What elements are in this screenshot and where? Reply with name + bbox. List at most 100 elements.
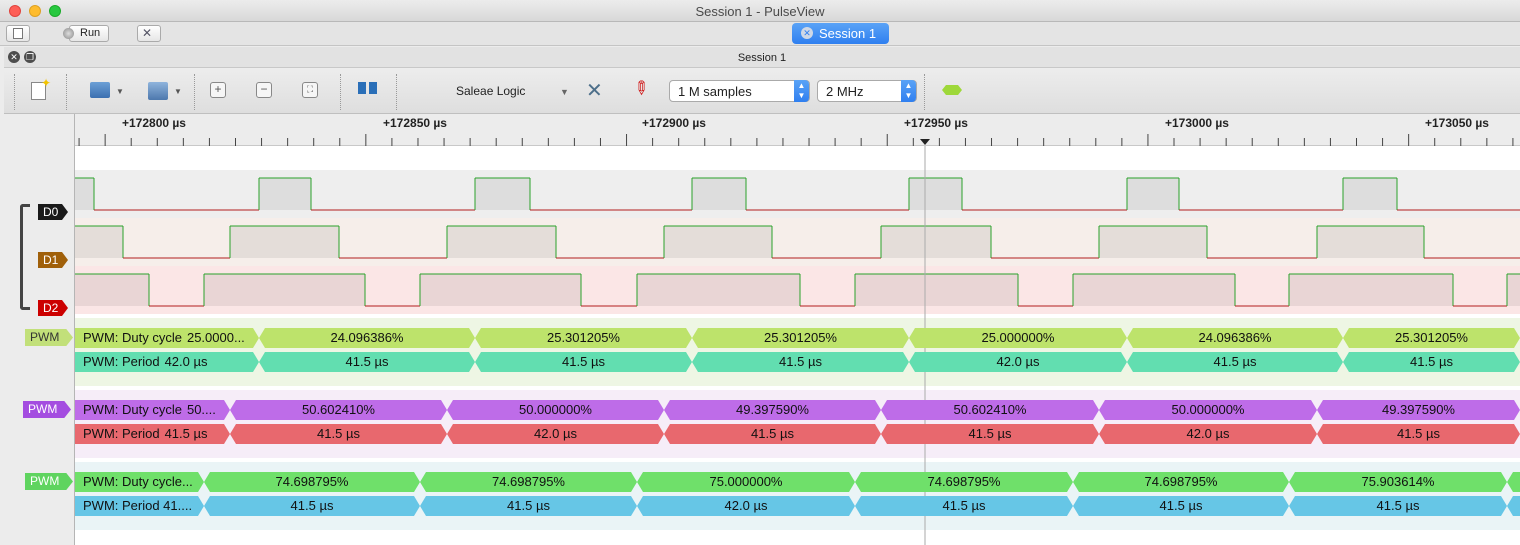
signal-high-fill [855, 274, 1018, 306]
duty-annotation[interactable]: 50.602410% [881, 400, 1099, 420]
run-button[interactable]: Run [63, 25, 109, 42]
period-annotation[interactable]: 41.5 µs [1343, 352, 1520, 372]
period-first-annotation[interactable]: PWM: Period 41.... [75, 496, 204, 516]
duty-annotation[interactable]: 74.698795% [1073, 472, 1289, 492]
signal-high-fill [1507, 274, 1520, 306]
signal-high-fill [1317, 226, 1424, 258]
ruler-tick-label: +172850 µs [383, 116, 447, 130]
tab-session-1[interactable]: ✕ Session 1 [792, 23, 889, 44]
period-annotation[interactable]: 41.5 µs [475, 352, 692, 372]
period-annotation[interactable]: 41.5 µs [1289, 496, 1507, 516]
signal-high-fill [75, 178, 94, 210]
duty-annotation[interactable]: 25.000000% [909, 328, 1127, 348]
open-button[interactable]: ▼ [88, 80, 128, 102]
duty-first-annotation[interactable]: PWM: Duty cycle 50.... [75, 400, 230, 420]
duty-annotation[interactable]: 24.096386% [1127, 328, 1343, 348]
period-annotation[interactable]: 41.5 µs [420, 496, 637, 516]
period-annotation[interactable]: 42.0 µs [1099, 424, 1317, 444]
new-view-button[interactable]: ✦ [28, 76, 51, 102]
duty-annotation[interactable]: 74.698795% [420, 472, 637, 492]
duty-annotation[interactable]: 25.301205% [692, 328, 909, 348]
decoder-row-title: PWM: Period [83, 426, 160, 441]
annotation-text: 25.0000... [186, 330, 245, 345]
channel-label-d1[interactable]: D1 [38, 252, 68, 268]
period-first-annotation[interactable]: PWM: Period 41.5 µs [75, 424, 230, 444]
configure-device-button[interactable]: ✕ [584, 80, 608, 102]
period-annotation[interactable]: 41.5 µs [664, 424, 881, 444]
period-annotation[interactable]: 42.0 µs [909, 352, 1127, 372]
add-decoder-button[interactable] [940, 80, 966, 102]
signal-high-fill [204, 274, 365, 306]
annotation-text: 41.5 µs [1397, 426, 1440, 441]
duty-annotation[interactable]: 75.000000% [637, 472, 855, 492]
annotation-text: 50.... [186, 402, 216, 417]
duty-annotation[interactable]: 25.301205% [1343, 328, 1520, 348]
new-session-button[interactable] [6, 25, 30, 42]
duty-annotation[interactable]: 74.698795% [204, 472, 420, 492]
duty-first-annotation[interactable]: PWM: Duty cycle... [75, 472, 204, 492]
duty-annotation[interactable]: 49.397590% [664, 400, 881, 420]
annotation-text: 50.000000% [1171, 402, 1245, 417]
tools-icon: ✕ [142, 26, 153, 40]
annotation-text: 49.397590% [1381, 402, 1455, 417]
duty-annotation[interactable]: 24.096386% [259, 328, 475, 348]
sample-count-select[interactable]: 1 M samples ▲ ▼ [669, 80, 810, 102]
star-icon: ✦ [41, 76, 52, 90]
annotation-text: 41.5 µs [1159, 498, 1203, 513]
period-annotation[interactable]: 41.5 µs [1127, 352, 1343, 372]
duty-annotation[interactable]: 75.903614% [1289, 472, 1507, 492]
run-button-label: Run [80, 27, 101, 39]
annotation-text: 25.301205% [546, 330, 620, 345]
signal-high-fill [1127, 178, 1179, 210]
period-annotation[interactable]: 41.5 µs [259, 352, 475, 372]
zoom-in-button[interactable]: + [210, 80, 228, 102]
signal-high-fill [1099, 226, 1207, 258]
period-annotation[interactable]: 41.5 µs [881, 424, 1099, 444]
duty-first-annotation[interactable]: PWM: Duty cycle 25.0000... [75, 328, 259, 348]
annotation-text: 41.5 µs [507, 498, 550, 513]
duty-annotation[interactable]: 50.000000% [1099, 400, 1317, 420]
cursor-icon [358, 82, 366, 94]
main-toolbar: Run ✕ ✕ Session 1 [0, 22, 1520, 46]
period-annotation[interactable]: 42.0 µs [447, 424, 664, 444]
duty-annotation[interactable]: 50.000000% [447, 400, 664, 420]
settings-button[interactable]: ✕ [137, 25, 161, 42]
period-annotation[interactable]: 41.5 µs [230, 424, 447, 444]
decoder-row-title: PWM: Duty cycle [83, 330, 182, 345]
save-button[interactable]: ▼ [146, 80, 186, 102]
channel-label-d0[interactable]: D0 [38, 204, 68, 220]
duty-annotation[interactable]: 25.301205% [475, 328, 692, 348]
period-annotation[interactable]: 41.5 µs [1317, 424, 1520, 444]
signal-high-fill [75, 274, 149, 306]
annotation-text: 41.5 µs [290, 498, 334, 513]
samplerate-select[interactable]: 2 MHz ▲ ▼ [817, 80, 917, 102]
period-annotation[interactable]: 41.5 µs [204, 496, 420, 516]
zoom-out-button[interactable]: − [256, 80, 274, 102]
period-annotation[interactable]: 41.5 µs [1073, 496, 1289, 516]
device-selector[interactable]: Saleae Logic ▼ [450, 80, 575, 102]
zoom-fit-button[interactable]: ⛶ [302, 80, 320, 102]
session-header: ✕ ❐ Session 1 [4, 47, 1520, 68]
annotation-text: 42.0 µs [534, 426, 577, 441]
probe-button[interactable]: ✎ [628, 76, 653, 102]
channel-label-d2[interactable]: D2 [38, 300, 68, 316]
period-annotation[interactable]: 41.5 µs [855, 496, 1073, 516]
chevron-updown-icon: ▲ ▼ [794, 80, 809, 102]
decoder-label-pwm[interactable]: PWM [25, 329, 73, 346]
trace-view[interactable]: PWM: Duty cycle 25.0000... 24.096386% 25.30… [75, 146, 1520, 545]
period-annotation[interactable]: 41.5 µs [692, 352, 909, 372]
period-annotation[interactable]: 42.0 µs [637, 496, 855, 516]
close-tab-icon[interactable]: ✕ [801, 27, 813, 39]
annotation-text: 75.903614% [1361, 474, 1435, 489]
decoder-row-title: PWM: Period [83, 354, 160, 369]
decoder-label-pwm[interactable]: PWM [23, 401, 71, 418]
duty-annotation[interactable]: 49.397590% [1317, 400, 1520, 420]
duty-annotation[interactable]: 50.602410% [230, 400, 447, 420]
trace-labels-panel: D0 D1 D2 PWM PWM PWM [4, 114, 75, 545]
decoder-label-pwm[interactable]: PWM [25, 473, 73, 490]
period-first-annotation[interactable]: PWM: Period 42.0 µs [75, 352, 259, 372]
cursor-button[interactable] [356, 80, 380, 102]
duty-annotation[interactable]: 74.698795% [855, 472, 1073, 492]
annotation-text: 25.301205% [1394, 330, 1468, 345]
device-name: Saleae Logic [456, 84, 526, 98]
